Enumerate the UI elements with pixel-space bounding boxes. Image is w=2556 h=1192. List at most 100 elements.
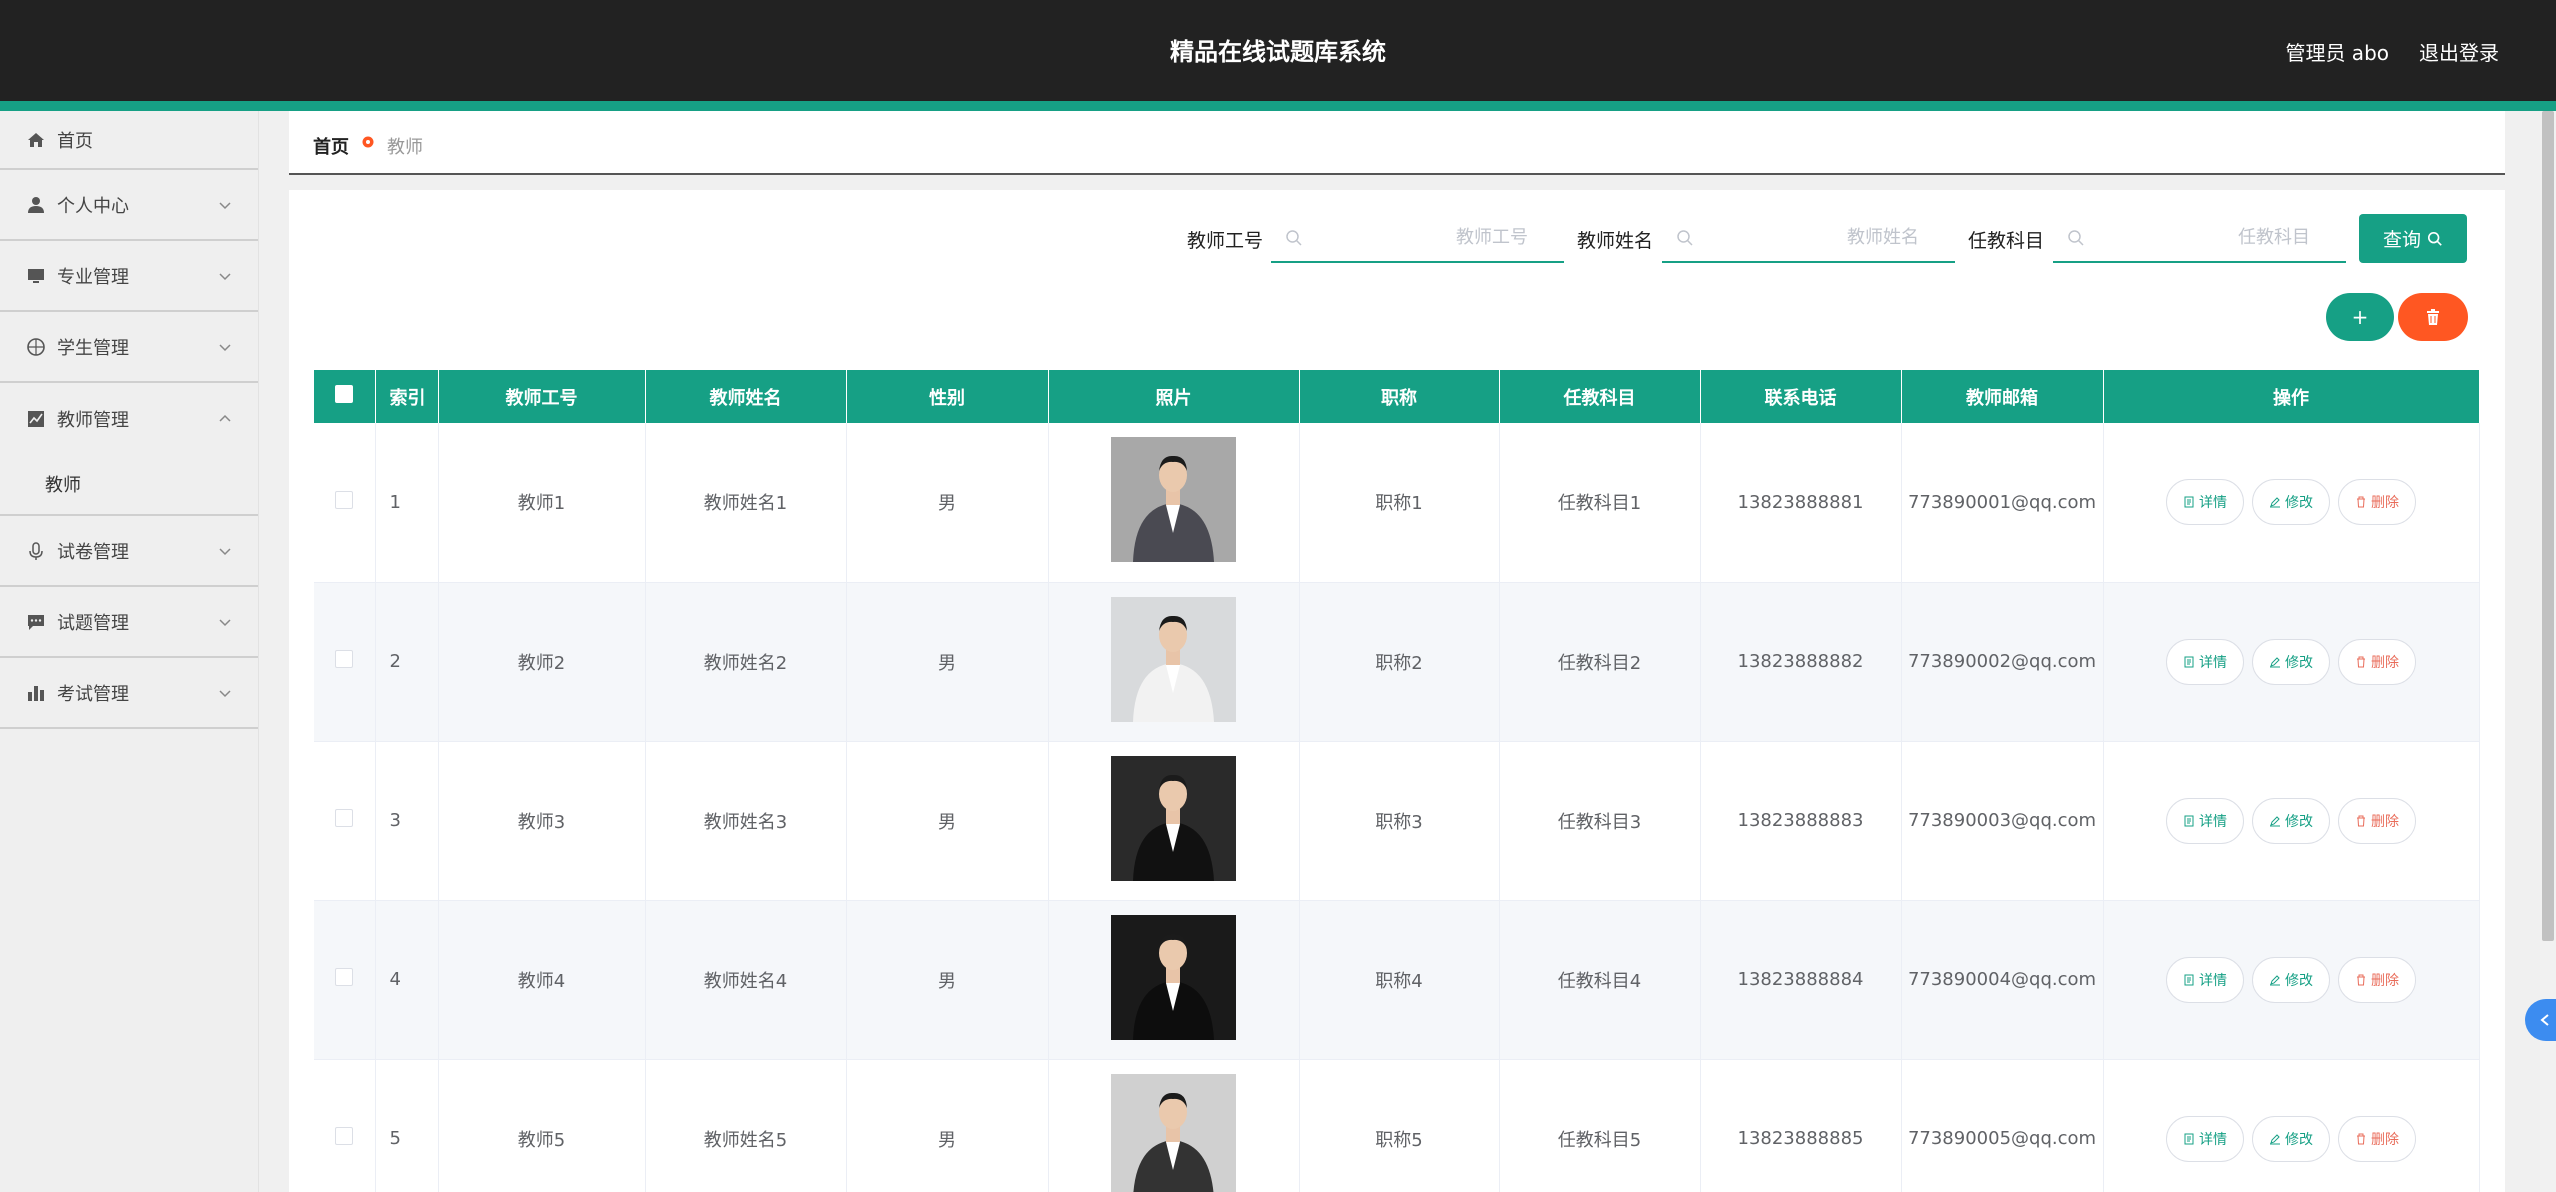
trash-icon [2357,656,2365,667]
sidebar-item-teachers[interactable]: 教师管理 [0,383,258,454]
row-select-cell[interactable] [314,900,376,1060]
detail-label: 详情 [2199,813,2227,830]
row-checkbox[interactable] [335,490,354,509]
cell-index: 1 [375,423,439,583]
chevron-up-icon [219,414,231,422]
col-header: 职称 [1299,370,1500,423]
cell-operations: 详情 修改 删除 [2103,1059,2480,1192]
sidebar-item-label: 教师管理 [57,409,129,431]
current-user: 管理员 abo [2285,41,2389,65]
row-checkbox[interactable] [335,1127,354,1145]
logout-button[interactable]: 退出登录 [2419,37,2499,66]
delete-label: 删除 [2371,813,2399,830]
col-header: 联系电话 [1700,370,1902,423]
chevron-down-icon [219,272,231,280]
cell-operations: 详情 修改 删除 [2103,900,2480,1060]
sidebar-item-students[interactable]: 学生管理 [0,312,258,383]
sidebar-item-home[interactable]: 首页 [0,111,258,170]
flower-icon [362,136,374,148]
sidebar-item-label: 个人中心 [57,195,129,217]
teacher-name-input[interactable] [1662,213,1955,261]
teacher-table: 索引 教师工号 教师姓名 性别 照片 职称 任教科目 联系电话 教师邮箱 操作 … [314,370,2480,1192]
teacher-photo [1111,596,1236,722]
trash-icon [2357,815,2365,826]
cell-phone: 13823888884 [1700,900,1902,1060]
cell-title: 职称3 [1299,741,1500,901]
sidebar-item-label: 首页 [57,130,93,152]
content-panel: 教师工号 教师姓名 任教科目 查询 + [289,190,2505,1192]
row-select-cell[interactable] [314,741,376,901]
edit-button[interactable]: 修改 [2252,797,2330,844]
detail-button[interactable]: 详情 [2166,479,2244,526]
select-all-checkbox[interactable] [335,385,354,403]
detail-button[interactable]: 详情 [2166,797,2244,844]
teacher-photo [1111,1073,1236,1192]
subject-input[interactable] [2053,213,2346,261]
cell-index: 2 [375,582,439,742]
detail-button[interactable]: 详情 [2166,638,2244,685]
edit-label: 修改 [2285,654,2313,671]
table-header-row: 索引 教师工号 教师姓名 性别 照片 职称 任教科目 联系电话 教师邮箱 操作 [314,370,2480,423]
row-checkbox[interactable] [335,650,354,668]
delete-label: 删除 [2371,495,2399,512]
breadcrumb-home[interactable]: 首页 [313,133,349,159]
table-row: 2 教师2 教师姓名2 男 职称2 任教科目2 13823888882 773890002@q… [314,582,2480,742]
cell-photo [1048,1059,1300,1192]
sidebar-item-major[interactable]: 专业管理 [0,241,258,312]
chart-icon [26,409,46,429]
cell-email: 773890002@qq.com [1901,582,2104,742]
sidebar-item-label: 试题管理 [57,612,129,634]
batch-delete-button[interactable] [2398,293,2468,341]
chevron-left-icon [2540,1014,2549,1026]
sidebar-item-exams[interactable]: 考试管理 [0,658,258,729]
delete-button[interactable]: 删除 [2338,479,2416,526]
scrollbar-thumb[interactable] [2542,111,2554,941]
cell-teacher-no: 教师1 [438,423,646,583]
chevron-down-icon [219,618,231,626]
teacher-no-input[interactable] [1271,213,1564,261]
add-button[interactable]: + [2326,293,2394,341]
edit-button[interactable]: 修改 [2252,956,2330,1003]
sidebar-subitem-teacher[interactable]: 教师 [0,454,258,516]
detail-label: 详情 [2199,495,2227,512]
row-select-cell[interactable] [314,423,376,583]
cell-subject: 任教科目5 [1499,1059,1701,1192]
detail-button[interactable]: 详情 [2166,956,2244,1003]
select-all-cell[interactable] [314,370,376,423]
row-checkbox[interactable] [335,968,354,986]
cell-email: 773890003@qq.com [1901,741,2104,901]
breadcrumb: 首页 教师 [289,111,2505,175]
query-button[interactable]: 查询 [2359,214,2467,263]
edit-button[interactable]: 修改 [2252,1115,2330,1162]
edit-button[interactable]: 修改 [2252,479,2330,526]
microphone-icon [26,541,46,561]
sidebar-item-personal-center[interactable]: 个人中心 [0,170,258,241]
delete-button[interactable]: 删除 [2338,956,2416,1003]
delete-button[interactable]: 删除 [2338,1115,2416,1162]
cell-title: 职称1 [1299,423,1500,583]
sidebar-item-questions[interactable]: 试题管理 [0,587,258,658]
sidebar-item-label: 专业管理 [57,266,129,288]
col-header: 任教科目 [1499,370,1701,423]
edit-icon [2270,815,2280,826]
delete-button[interactable]: 删除 [2338,638,2416,685]
user-icon [26,195,46,215]
cell-email: 773890004@qq.com [1901,900,2104,1060]
cell-teacher-no: 教师5 [438,1059,646,1192]
col-header: 教师姓名 [645,370,847,423]
document-icon [2184,496,2194,508]
delete-button[interactable]: 删除 [2338,797,2416,844]
search-label-teacher-no: 教师工号 [1187,230,1264,252]
plus-icon: + [2351,305,2369,329]
sidebar-item-papers[interactable]: 试卷管理 [0,516,258,587]
row-checkbox[interactable] [335,809,354,827]
edit-icon [2270,974,2280,985]
edit-button[interactable]: 修改 [2252,638,2330,685]
cell-teacher-name: 教师姓名1 [645,423,847,583]
cell-phone: 13823888882 [1700,582,1902,742]
row-select-cell[interactable] [314,582,376,742]
collapse-tab[interactable] [2525,999,2556,1041]
detail-button[interactable]: 详情 [2166,1115,2244,1162]
sidebar-subitem-label: 教师 [45,475,81,496]
row-select-cell[interactable] [314,1059,376,1192]
